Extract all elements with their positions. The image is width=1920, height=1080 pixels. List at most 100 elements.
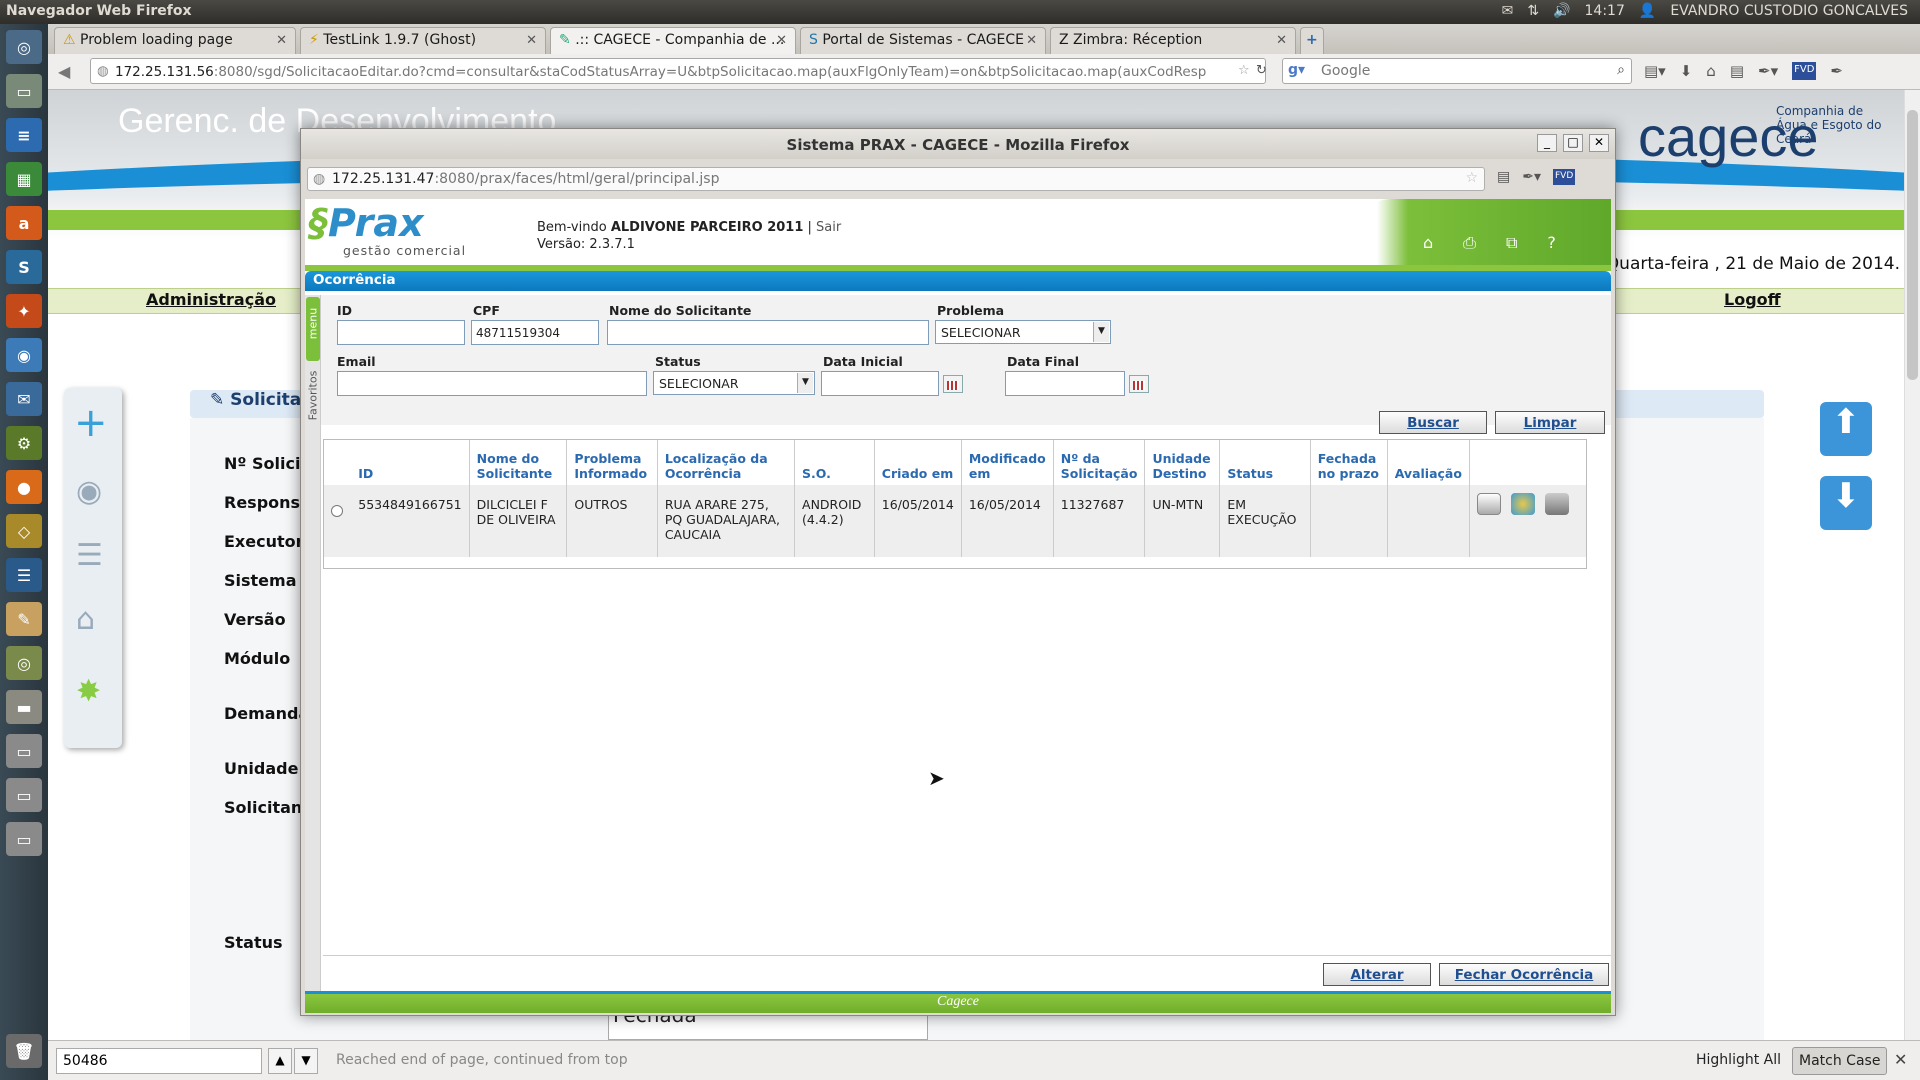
nav-administracao[interactable]: Administração — [146, 290, 276, 309]
tab-cagece[interactable]: ✎ .:: CAGECE - Companhia de ... ✕ — [550, 27, 796, 54]
favoritos-tab-label[interactable]: Favoritos — [307, 362, 320, 430]
back-icon[interactable]: ◀ — [58, 62, 70, 81]
amazon-icon[interactable]: a — [6, 206, 42, 240]
close-icon[interactable]: ✕ — [276, 33, 287, 48]
close-icon[interactable]: ✕ — [1894, 1050, 1907, 1069]
fechar-ocorrencia-button[interactable]: Fechar Ocorrência — [1439, 963, 1609, 986]
home-icon[interactable]: ⌂ — [1423, 233, 1433, 253]
volume-icon[interactable]: 🔊 — [1553, 3, 1570, 19]
close-icon[interactable]: ✕ — [526, 33, 537, 48]
close-icon[interactable]: ✕ — [1276, 33, 1287, 48]
cpf-input[interactable]: 48711519304 — [471, 320, 599, 345]
find-next-button[interactable]: ▼ — [294, 1048, 318, 1074]
thunderbird-icon[interactable]: ✉ — [6, 382, 42, 416]
close-icon[interactable]: ✕ — [1026, 33, 1037, 48]
skype-icon[interactable]: S — [6, 250, 42, 284]
scroll-up-button[interactable]: ⬆ — [1820, 402, 1872, 456]
dia-icon[interactable]: ◇ — [6, 514, 42, 548]
table-row[interactable]: 5534849166751 DILCICLEI F DE OLIVEIRA OU… — [324, 485, 1586, 557]
scrollbar-thumb[interactable] — [1907, 110, 1918, 380]
problema-select[interactable]: SELECIONAR ▼ — [935, 320, 1111, 344]
files-icon[interactable]: ▭ — [6, 74, 42, 108]
row-radio[interactable] — [331, 505, 343, 517]
firefox-icon[interactable]: ● — [6, 470, 42, 504]
find-input[interactable]: 50486 — [56, 1048, 262, 1074]
nome-input[interactable] — [607, 320, 929, 345]
list-icon[interactable]: ☰ — [76, 538, 103, 573]
column-header[interactable]: Modificado em — [961, 440, 1054, 485]
popup-titlebar[interactable]: Sistema PRAX - CAGECE - Mozilla Firefox — [301, 129, 1615, 159]
map-icon[interactable] — [1510, 493, 1535, 515]
column-header[interactable]: Nº da Solicitação — [1053, 440, 1146, 485]
butterfly-icon[interactable]: ✦ — [6, 294, 42, 328]
calendar-icon[interactable] — [943, 375, 963, 393]
calc-icon[interactable]: ▦ — [6, 162, 42, 196]
writer-icon[interactable]: ≡ — [6, 118, 42, 152]
fvd-icon[interactable]: FVD — [1792, 62, 1817, 80]
download-icon[interactable]: ⬇ — [1680, 62, 1693, 80]
close-icon[interactable]: ✕ — [776, 33, 787, 48]
home-icon[interactable]: ⌂ — [76, 602, 95, 637]
menu-icon[interactable]: ✒ — [1830, 62, 1843, 80]
site-identity-icon[interactable]: ◍ — [97, 63, 109, 79]
url-bar[interactable]: ◍ 172.25.131.56:8080/sgd/SolicitacaoEdit… — [90, 58, 1266, 84]
email-input[interactable] — [337, 371, 647, 396]
photo-icon[interactable] — [1476, 493, 1501, 515]
drive3-icon[interactable]: ▭ — [6, 822, 42, 856]
chromium-icon[interactable]: ◉ — [6, 338, 42, 372]
camera-icon[interactable]: ◎ — [6, 646, 42, 680]
nav-logoff[interactable]: Logoff — [1724, 290, 1781, 309]
clock[interactable]: 14:17 — [1585, 3, 1625, 19]
column-header[interactable]: Unidade Destino — [1144, 440, 1221, 485]
chevron-down-icon[interactable]: ▼ — [1093, 322, 1109, 342]
column-header[interactable]: Avaliação — [1387, 440, 1470, 485]
chevron-down-icon[interactable]: ▼ — [797, 373, 813, 393]
sitemap-icon[interactable]: ⧉ — [1506, 233, 1517, 253]
column-header[interactable]: Status — [1219, 440, 1311, 485]
print-icon[interactable]: ⎙ — [1463, 233, 1476, 253]
user-name[interactable]: EVANDRO CUSTODIO GONCALVES — [1670, 3, 1908, 19]
popup-url-bar[interactable]: ◍ 172.25.131.47:8080/prax/faces/html/ger… — [307, 167, 1485, 191]
alterar-button[interactable]: Alterar — [1323, 963, 1431, 986]
match-case-button[interactable]: Match Case — [1792, 1047, 1888, 1075]
selenium-icon[interactable]: ▤ — [1497, 169, 1510, 185]
data-inicial-input[interactable] — [821, 371, 939, 396]
minimize-icon[interactable]: _ — [1537, 134, 1557, 152]
tools-icon[interactable]: ✒▾ — [1758, 62, 1778, 80]
network-icon[interactable]: ⇅ — [1527, 3, 1539, 19]
sair-link[interactable]: Sair — [816, 220, 841, 235]
search-input[interactable]: g▾ Google ⌕ — [1282, 58, 1632, 84]
new-tab-button[interactable]: + — [1300, 27, 1324, 54]
tab-zimbra[interactable]: Z Zimbra: Réception ✕ — [1050, 27, 1296, 54]
calendar-icon[interactable] — [1129, 375, 1149, 393]
notes-icon[interactable]: ✎ — [6, 602, 42, 636]
mail-icon[interactable]: ✉ — [1502, 3, 1514, 19]
drive-icon[interactable]: ▭ — [6, 734, 42, 768]
page-scrollbar[interactable] — [1904, 90, 1920, 1040]
alert-icon[interactable]: ✸ — [76, 674, 101, 709]
tools-icon[interactable]: ✒▾ — [1522, 169, 1541, 185]
google-icon[interactable]: g▾ — [1288, 62, 1305, 78]
reload-icon[interactable]: ↻ — [1256, 63, 1267, 78]
tab-portal[interactable]: S Portal de Sistemas - CAGECE ✕ — [800, 27, 1046, 54]
tab-problem[interactable]: ⚠ Problem loading page ✕ — [54, 27, 296, 54]
column-header[interactable]: Nome do Solicitante — [469, 440, 568, 485]
search-doc-icon[interactable]: ◉ — [76, 474, 102, 509]
column-header[interactable]: ID — [351, 440, 470, 485]
buscar-button[interactable]: Buscar — [1379, 411, 1487, 434]
search-icon[interactable]: ⌕ — [1617, 62, 1625, 78]
find-previous-button[interactable]: ▲ — [268, 1048, 292, 1074]
fvd-icon[interactable]: FVD — [1553, 169, 1576, 185]
help-icon[interactable]: ? — [1547, 233, 1556, 253]
trash-icon[interactable]: 🗑 — [6, 1034, 42, 1068]
dash-icon[interactable]: ◎ — [6, 30, 42, 64]
add-icon[interactable]: + — [74, 400, 108, 446]
bookmark-star-icon[interactable]: ☆ — [1465, 170, 1478, 186]
maximize-icon[interactable]: □ — [1563, 134, 1583, 152]
column-header[interactable]: Fechada no prazo — [1310, 440, 1388, 485]
tools-icon[interactable] — [1544, 493, 1569, 515]
settings-icon[interactable]: ⚙ — [6, 426, 42, 460]
column-header[interactable]: Criado em — [874, 440, 962, 485]
column-header[interactable]: Localização da Ocorrência — [657, 440, 796, 485]
addon-icon[interactable]: ▤▾ — [1644, 62, 1666, 80]
